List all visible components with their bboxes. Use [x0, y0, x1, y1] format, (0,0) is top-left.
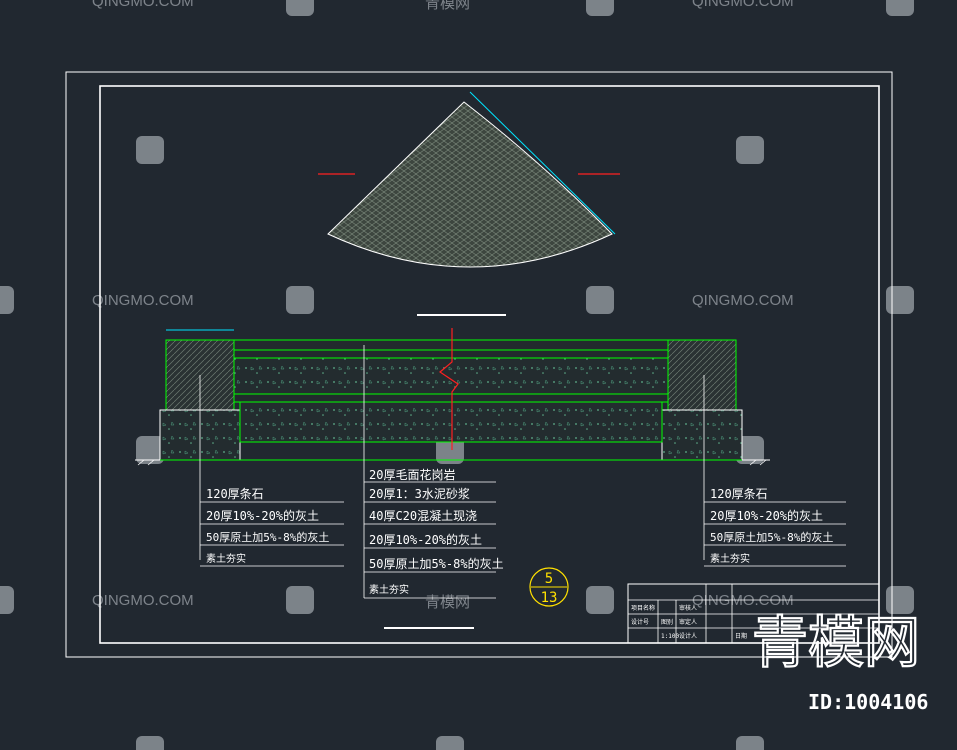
watermark-logo-icon — [0, 586, 14, 614]
center-note: 20厚10%-20%的灰土 — [369, 532, 482, 547]
watermark-logo-icon — [286, 0, 314, 16]
title-block-cell: 设计号 — [631, 618, 649, 626]
cad-drawing-canvas: QINGMO.COM 青模网 QINGMO.COM QINGMO.COM QIN… — [0, 0, 928, 750]
watermark-logo-icon — [586, 586, 614, 614]
title-block-cell: 日期 — [735, 632, 747, 640]
brand-logo-text: 青模网 — [752, 611, 920, 676]
watermark-text: QINGMO.COM — [692, 592, 794, 609]
right-note: 120厚条石 — [710, 487, 768, 501]
watermark-text: QINGMO.COM — [92, 292, 194, 309]
center-note: 50厚原土加5%-8%的灰土 — [369, 556, 504, 571]
right-note: 20厚10%-20%的灰土 — [710, 508, 823, 523]
right-note: 素土夯实 — [710, 552, 750, 565]
title-block-scale: 1:100 — [661, 633, 679, 640]
granite-layer — [233, 339, 669, 351]
watermark-logo-icon — [0, 286, 14, 314]
title-block-cell: 图别 — [661, 618, 673, 626]
watermark-text: QINGMO.COM — [692, 0, 794, 10]
watermark-logo-icon — [286, 286, 314, 314]
left-note: 素土夯实 — [206, 552, 246, 565]
watermark-text: QINGMO.COM — [92, 0, 194, 10]
lime-soil-layer — [233, 393, 669, 403]
center-note: 20厚1：3水泥砂浆 — [369, 486, 470, 501]
right-notes: 120厚条石 20厚10%-20%的灰土 50厚原土加5%-8%的灰土 素土夯实 — [704, 487, 846, 567]
watermark-logo-icon — [136, 136, 164, 164]
watermark-logo-icon — [586, 0, 614, 16]
title-block-cell: 审核人 — [679, 604, 697, 612]
watermark-row-mid: QINGMO.COM QINGMO.COM — [92, 292, 794, 309]
left-note: 50厚原土加5%-8%的灰土 — [206, 530, 329, 544]
watermark-logo-icon — [886, 286, 914, 314]
watermark-logo-icon — [586, 286, 614, 314]
section-number: 5 — [545, 571, 553, 587]
watermark-logo-icon — [436, 736, 464, 750]
watermark-row-top: QINGMO.COM 青模网 QINGMO.COM — [92, 0, 794, 12]
watermark-text: QINGMO.COM — [92, 592, 194, 609]
watermark-logo-icon — [286, 586, 314, 614]
center-note: 素土夯实 — [369, 583, 409, 596]
watermark-text: QINGMO.COM — [692, 292, 794, 309]
right-note: 50厚原土加5%-8%的灰土 — [710, 530, 833, 544]
soil-lime-layer — [239, 401, 663, 443]
right-curb-base — [661, 409, 743, 461]
fan-paving-plan — [327, 101, 613, 268]
left-note: 20厚10%-20%的灰土 — [206, 508, 319, 523]
center-note: 20厚毛面花岗岩 — [369, 467, 455, 482]
watermark-text: 青模网 — [425, 593, 470, 611]
center-notes: 20厚毛面花岗岩 20厚1：3水泥砂浆 40厚C20混凝土现浇 20厚10%-2… — [364, 467, 504, 599]
watermark-logo-icon — [886, 0, 914, 16]
watermark-logo-icon — [886, 586, 914, 614]
title-block-cell: 审定人 — [679, 618, 697, 626]
plan-view-fan — [318, 91, 620, 316]
left-notes: 120厚条石 20厚10%-20%的灰土 50厚原土加5%-8%的灰土 素土夯实 — [200, 487, 344, 567]
right-curb-stone — [667, 339, 737, 411]
left-note: 120厚条石 — [206, 487, 264, 501]
asset-id-label: ID:1004106 — [808, 690, 928, 714]
title-block-cell: 项目名称 — [631, 604, 655, 612]
center-note: 40厚C20混凝土现浇 — [369, 508, 477, 523]
watermark-logo-icon — [136, 736, 164, 750]
watermark-logo-icon — [736, 736, 764, 750]
mortar-layer — [233, 349, 669, 359]
section-sheet: 13 — [541, 590, 558, 606]
title-block-cell: 设计人 — [679, 632, 697, 640]
watermark-logo-icon — [736, 136, 764, 164]
watermark-text: 青模网 — [425, 0, 470, 12]
